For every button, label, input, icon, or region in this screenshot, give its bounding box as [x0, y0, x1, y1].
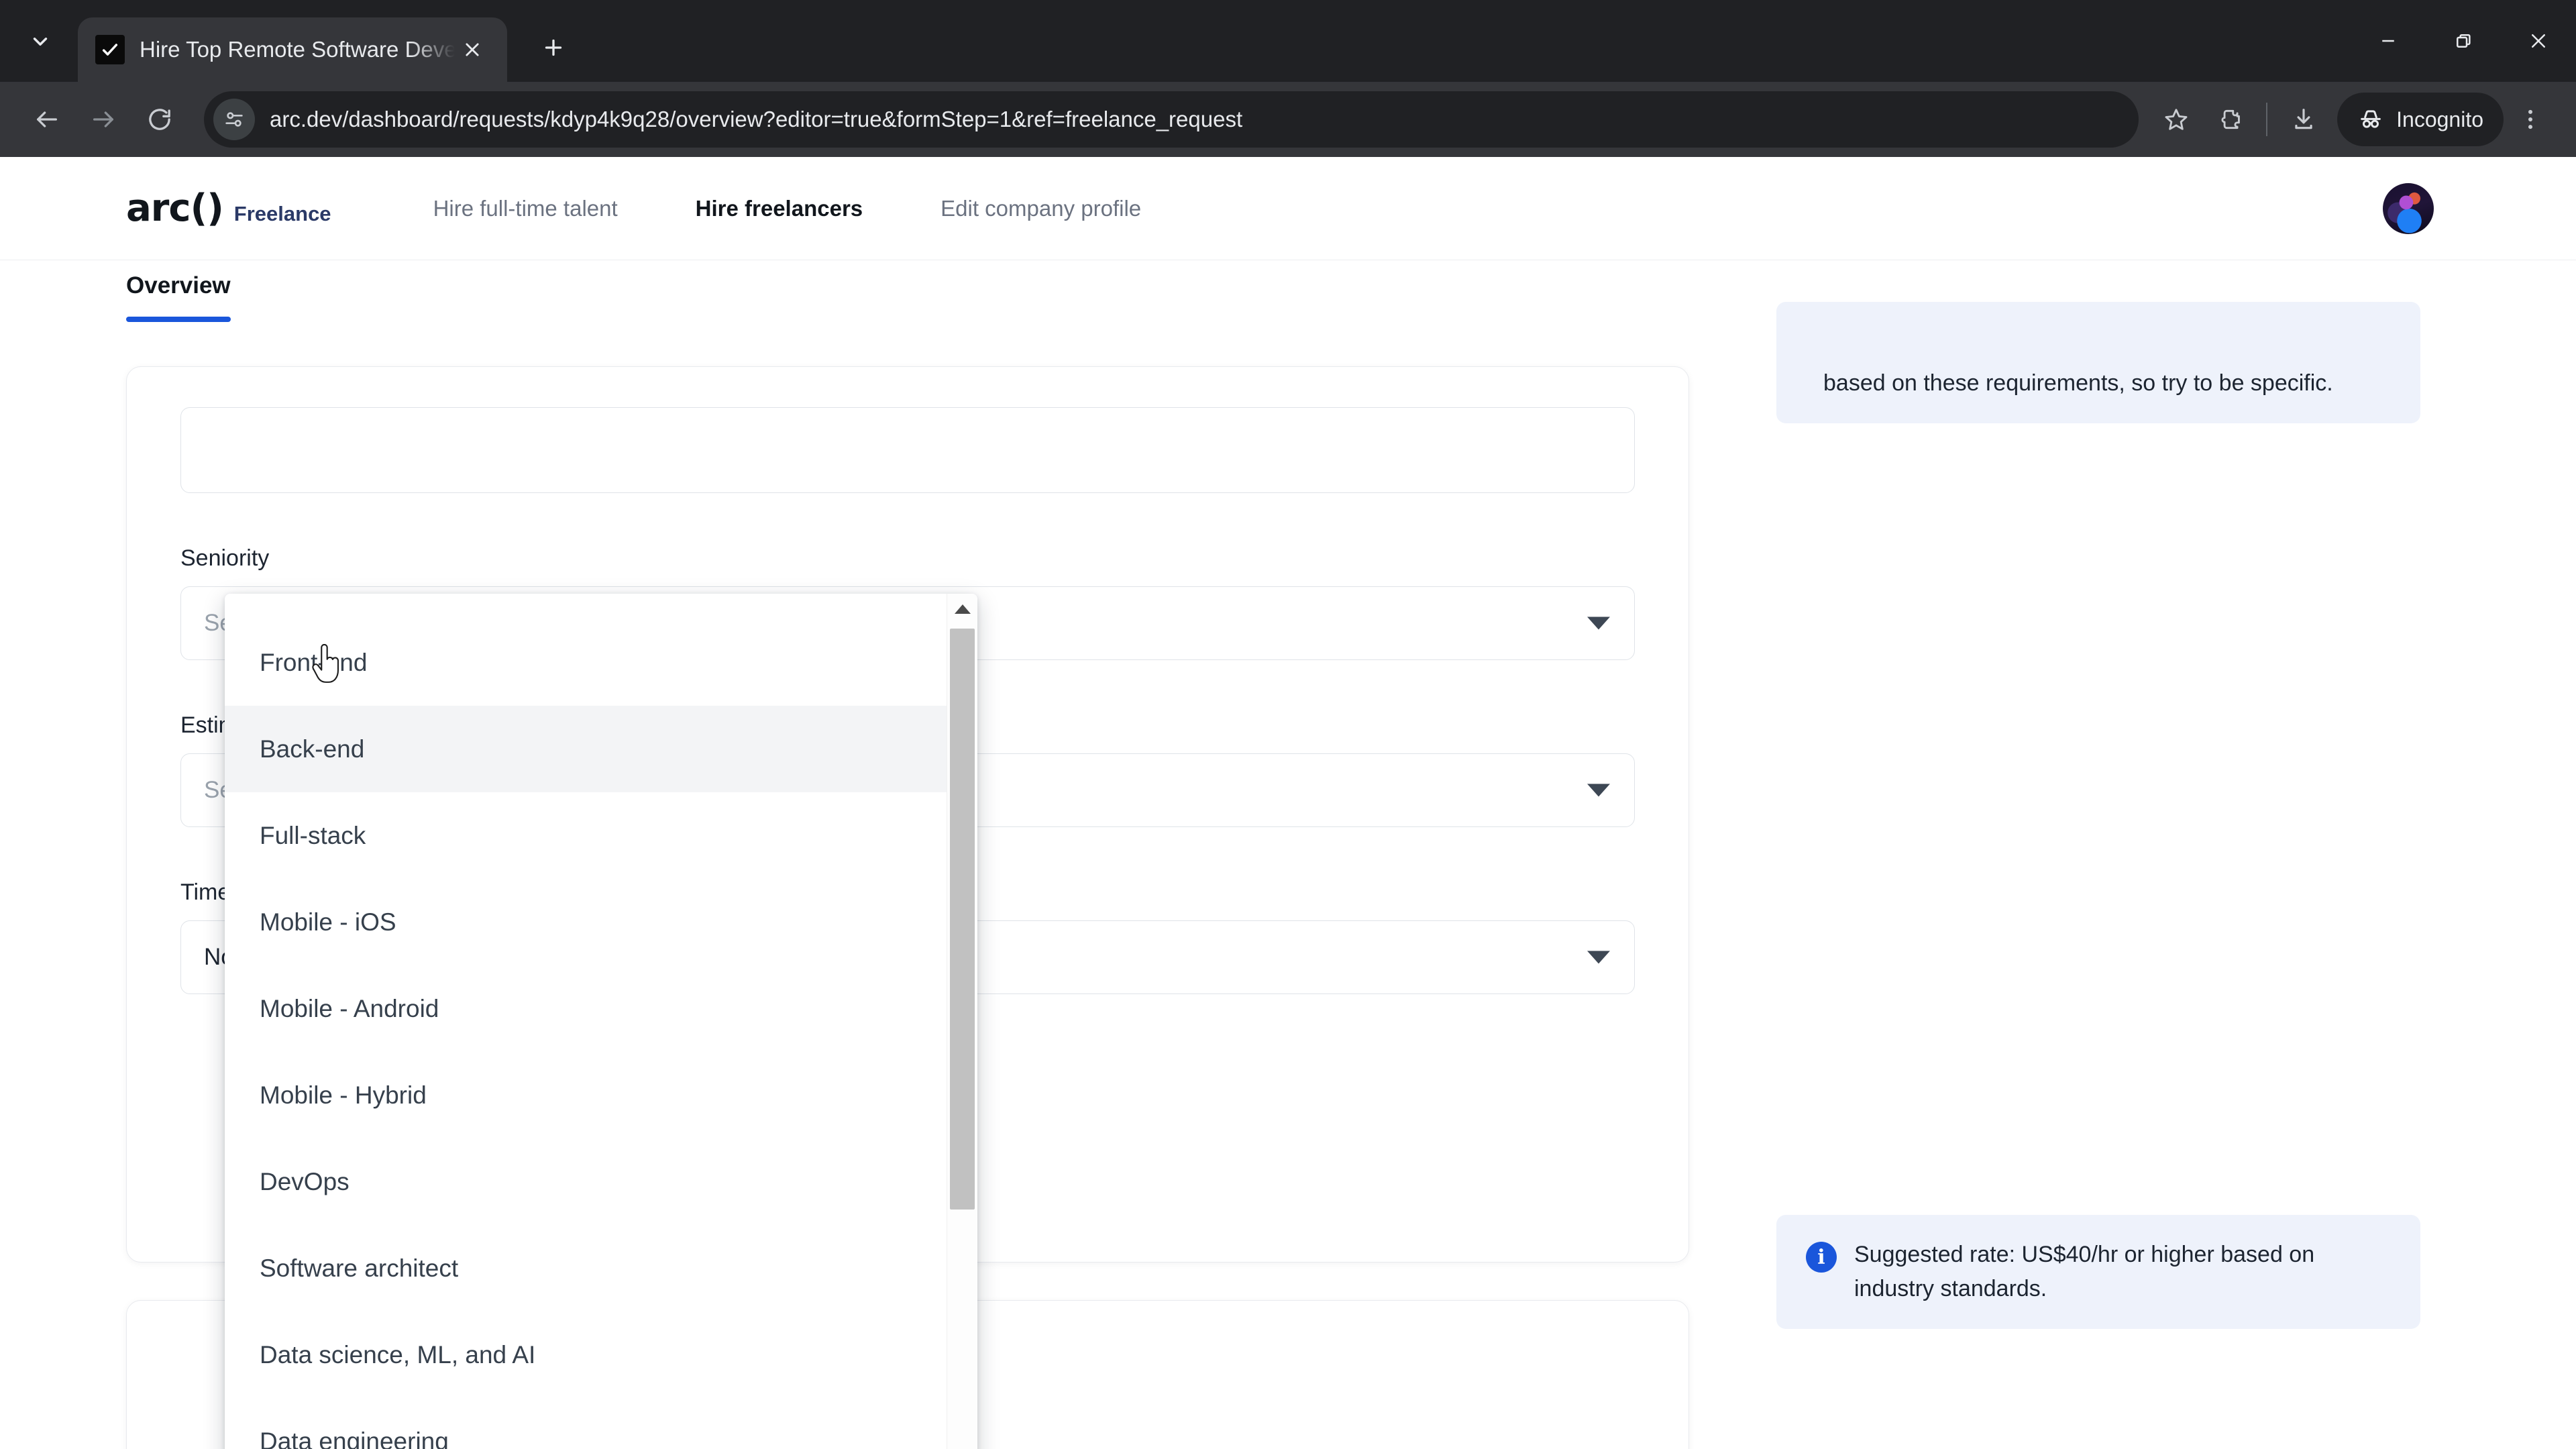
- dropdown-scrollbar[interactable]: [947, 594, 977, 1449]
- toolbar-divider: [2266, 103, 2268, 136]
- dropdown-option-data-engineering[interactable]: Data engineering: [225, 1398, 947, 1449]
- minimize-icon: [2382, 40, 2394, 42]
- incognito-label: Incognito: [2396, 107, 2483, 131]
- incognito-hat-icon: [2361, 110, 2381, 128]
- seniority-label: Seniority: [180, 545, 270, 571]
- window-maximize-button[interactable]: [2426, 0, 2501, 82]
- chevron-down-icon: [1587, 951, 1610, 964]
- tab-overview[interactable]: Overview: [126, 260, 231, 322]
- close-icon: [466, 43, 479, 56]
- chevron-down-icon: [1587, 616, 1610, 630]
- browser-tab[interactable]: Hire Top Remote Software Deve: [78, 17, 507, 82]
- forward-button[interactable]: [75, 91, 131, 148]
- forward-arrow-icon: [93, 111, 113, 127]
- chevron-down-icon: [33, 38, 48, 46]
- reload-button[interactable]: [131, 91, 188, 148]
- dropdown-option-mobile-android[interactable]: Mobile - Android: [225, 965, 947, 1052]
- reload-icon: [149, 109, 170, 130]
- dropdown-option-devops[interactable]: DevOps: [225, 1138, 947, 1225]
- dropdown-option-data-science[interactable]: Data science, ML, and AI: [225, 1311, 947, 1398]
- checkmark-favicon: [95, 35, 125, 64]
- sidebar-column: based on these requirements, so try to b…: [1776, 302, 2420, 1449]
- requirements-callout: based on these requirements, so try to b…: [1776, 302, 2420, 423]
- bookmark-button[interactable]: [2149, 93, 2203, 146]
- address-bar-url: arc.dev/dashboard/requests/kdyp4k9q28/ov…: [270, 107, 1243, 131]
- site-header: arc() Freelance Hire full-time talent Hi…: [0, 157, 2576, 260]
- info-icon: i: [1806, 1242, 1837, 1273]
- nav-item-edit-company-profile[interactable]: Edit company profile: [918, 196, 1164, 221]
- window-controls: [2351, 0, 2576, 82]
- extensions-icon: [2221, 109, 2241, 129]
- suggested-rate-callout: i Suggested rate: US$40/hr or higher bas…: [1776, 1215, 2420, 1329]
- browser-tab-title: Hire Top Remote Software Deve: [140, 37, 455, 62]
- browser-window: Hire Top Remote Software Deve arc.dev/da…: [0, 0, 2576, 1449]
- site-nav: Hire full-time talent Hire freelancers E…: [411, 196, 1165, 221]
- logo-subtitle: Freelance: [233, 202, 331, 225]
- nav-item-hire-full-time[interactable]: Hire full-time talent: [411, 196, 641, 221]
- page-viewport: arc() Freelance Hire full-time talent Hi…: [0, 157, 2576, 1449]
- tab-active-indicator: [126, 317, 231, 322]
- requirements-callout-wrapper: based on these requirements, so try to b…: [1776, 302, 2420, 423]
- tab-close-button[interactable]: [455, 32, 490, 67]
- field-spacer: [180, 502, 1635, 545]
- mouse-cursor-pointer: [312, 644, 339, 683]
- site-logo[interactable]: arc() Freelance: [126, 186, 331, 230]
- new-tab-button[interactable]: [530, 24, 577, 71]
- avatar[interactable]: [2383, 182, 2434, 234]
- three-dot-menu-icon: [2528, 109, 2533, 129]
- restore-icon: [2457, 34, 2471, 48]
- downloads-button[interactable]: [2277, 93, 2330, 146]
- role-select[interactable]: [180, 407, 1635, 493]
- field-role: [180, 407, 1635, 493]
- back-button[interactable]: [19, 91, 75, 148]
- browser-toolbar: arc.dev/dashboard/requests/kdyp4k9q28/ov…: [0, 82, 2576, 157]
- logo-mark: arc(): [126, 186, 224, 230]
- suggested-rate-text: Suggested rate: US$40/hr or higher based…: [1854, 1242, 2315, 1301]
- dropdown-option-mobile-hybrid[interactable]: Mobile - Hybrid: [225, 1052, 947, 1138]
- close-icon: [2532, 34, 2545, 48]
- dropdown-option-back-end[interactable]: Back-end: [225, 706, 947, 792]
- page-content: Overview Seniority No based on these req…: [0, 260, 2576, 1449]
- dropdown-option-software-architect[interactable]: Software architect: [225, 1225, 947, 1311]
- download-icon: [2295, 109, 2312, 129]
- window-close-button[interactable]: [2501, 0, 2576, 82]
- extensions-button[interactable]: [2203, 93, 2257, 146]
- star-icon: [2165, 109, 2188, 130]
- dropdown-option-mobile-ios[interactable]: Mobile - iOS: [225, 879, 947, 965]
- browser-tab-strip: Hire Top Remote Software Deve: [0, 0, 2576, 82]
- window-minimize-button[interactable]: [2351, 0, 2426, 82]
- scrollbar-thumb[interactable]: [950, 629, 975, 1210]
- browser-menu-button[interactable]: [2504, 93, 2557, 146]
- address-bar[interactable]: arc.dev/dashboard/requests/kdyp4k9q28/ov…: [204, 91, 2139, 148]
- tab-overview-label: Overview: [126, 272, 231, 299]
- chevron-down-icon: [1587, 784, 1610, 797]
- role-dropdown-list: Front-end Back-end Full-stack Mobile - i…: [225, 594, 947, 1449]
- nav-item-hire-freelancers[interactable]: Hire freelancers: [673, 196, 885, 221]
- tab-search-button[interactable]: [9, 11, 71, 72]
- page-settings-icon[interactable]: [213, 99, 255, 140]
- plus-icon: [545, 39, 562, 56]
- dropdown-option-full-stack[interactable]: Full-stack: [225, 792, 947, 879]
- requirements-callout-text: based on these requirements, so try to b…: [1823, 370, 2333, 396]
- role-dropdown-menu[interactable]: Front-end Back-end Full-stack Mobile - i…: [225, 594, 977, 1449]
- incognito-indicator[interactable]: Incognito: [2337, 93, 2504, 146]
- scroll-up-arrow-icon[interactable]: [947, 594, 977, 625]
- back-arrow-icon: [37, 111, 58, 127]
